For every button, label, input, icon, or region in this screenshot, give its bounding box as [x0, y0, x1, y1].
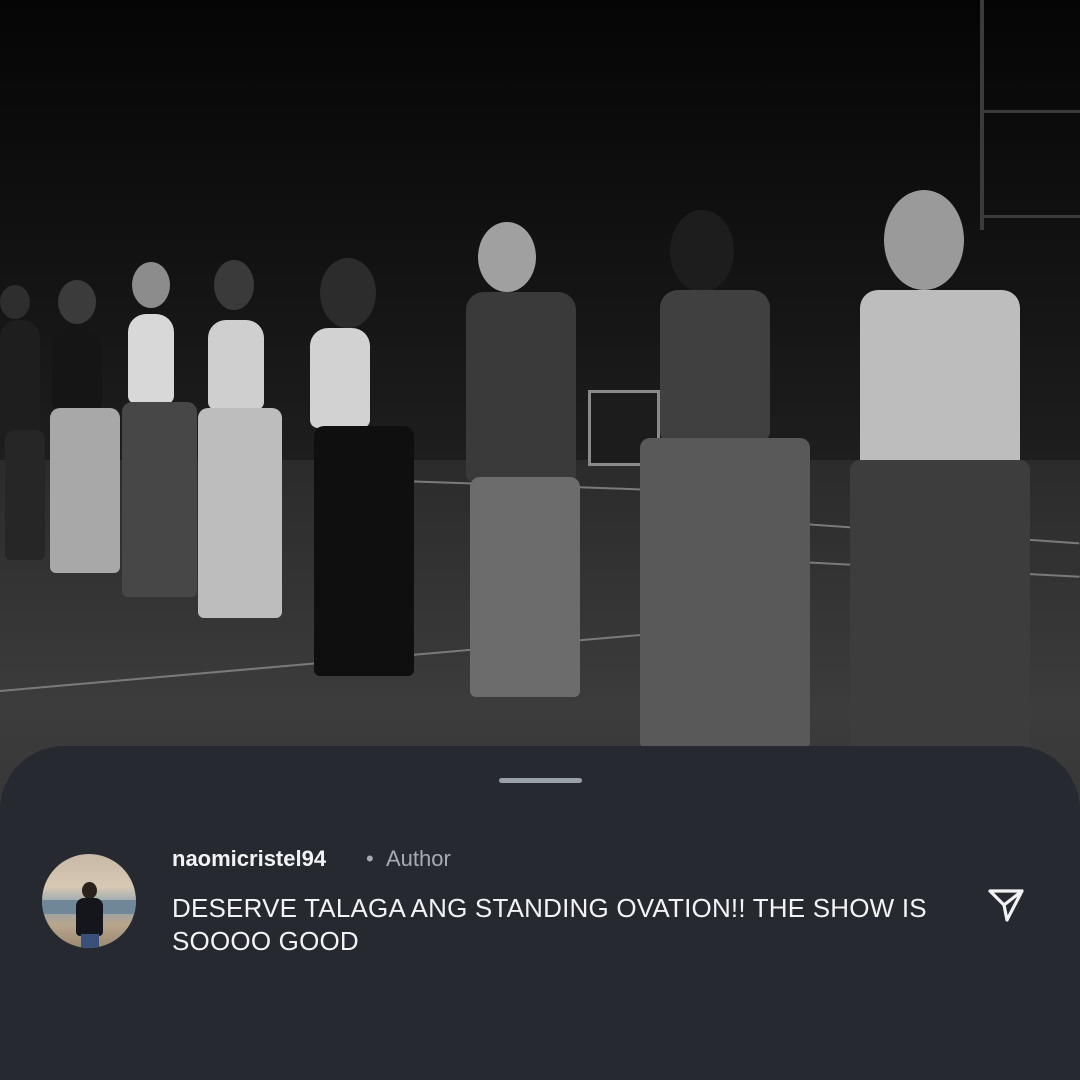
stage-truss — [980, 0, 1080, 230]
user-avatar[interactable] — [42, 854, 136, 948]
comment-text: DESERVE TALAGA ANG STANDING OVATION!! TH… — [172, 893, 927, 956]
share-button[interactable] — [985, 884, 1027, 926]
comment-username[interactable]: naomicristel94 — [172, 846, 326, 872]
share-send-icon — [988, 889, 1024, 922]
separator-dot: • — [366, 846, 374, 871]
avatar-person — [76, 882, 103, 948]
sheet-drag-handle[interactable] — [499, 778, 582, 783]
author-badge: Author — [386, 846, 451, 871]
